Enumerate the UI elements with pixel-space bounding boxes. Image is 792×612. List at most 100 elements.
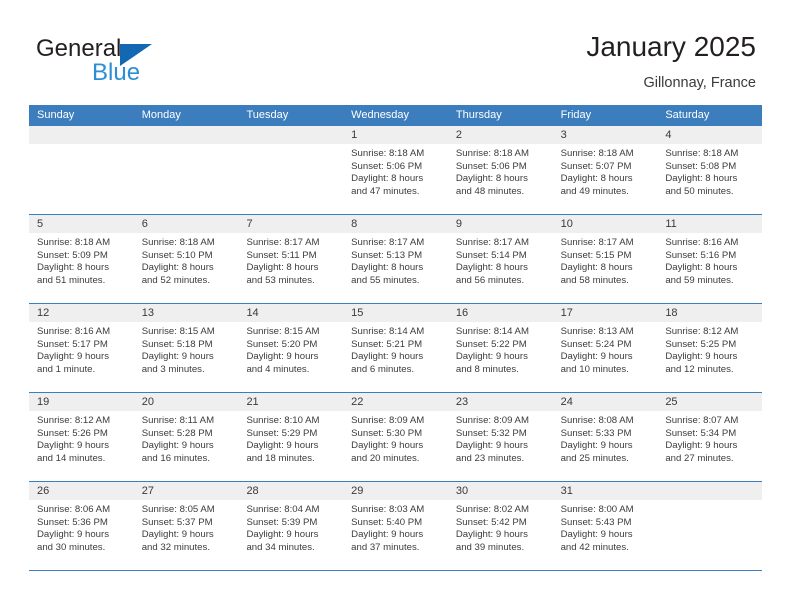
day-number: 19: [29, 393, 134, 411]
day-detail-daylight-1: Daylight: 8 hours: [665, 173, 738, 185]
day-detail-daylight-2: and 30 minutes.: [37, 541, 106, 553]
logo-text-blue: Blue: [92, 59, 141, 86]
day-cell[interactable]: 11 Sunrise: 8:16 AM Sunset: 5:16 PM Dayligh…: [657, 215, 763, 303]
day-cell[interactable]: 12 Sunrise: 8:16 AM Sunset: 5:17 PM Dayligh…: [29, 304, 134, 392]
day-detail-daylight-1: Daylight: 8 hours: [351, 173, 424, 185]
day-detail-sunset: Sunset: 5:06 PM: [455, 160, 527, 172]
day-number: 14: [238, 304, 344, 322]
day-detail-sunrise: Sunrise: 8:08 AM: [560, 415, 634, 426]
page-subtitle-location: Gillonnay, France: [643, 75, 756, 91]
day-detail-daylight-1: Daylight: 9 hours: [560, 351, 633, 363]
day-cell-empty: [657, 482, 763, 570]
day-number: 10: [552, 215, 658, 233]
day-cell[interactable]: 31 Sunrise: 8:00 AM Sunset: 5:43 PM Dayligh…: [552, 482, 658, 570]
day-details: Sunrise: 8:12 AM Sunset: 5:26 PM Daylight:…: [29, 411, 134, 465]
day-cell[interactable]: 17 Sunrise: 8:13 AM Sunset: 5:24 PM Dayligh…: [552, 304, 658, 392]
day-number: 13: [133, 304, 239, 322]
day-detail-daylight-2: and 20 minutes.: [351, 452, 420, 464]
day-details: Sunrise: 8:18 AM Sunset: 5:08 PM Daylight:…: [657, 144, 762, 198]
day-cell[interactable]: 13 Sunrise: 8:15 AM Sunset: 5:18 PM Dayligh…: [133, 304, 239, 392]
weekday-header-sunday: Sunday: [37, 109, 75, 121]
day-cell[interactable]: 20 Sunrise: 8:11 AM Sunset: 5:28 PM Dayligh…: [133, 393, 239, 481]
day-detail-daylight-2: and 42 minutes.: [560, 541, 629, 553]
day-detail-daylight-2: and 51 minutes.: [37, 274, 106, 286]
day-detail-sunset: Sunset: 5:18 PM: [141, 338, 213, 350]
day-detail-sunset: Sunset: 5:24 PM: [560, 338, 632, 350]
day-cell[interactable]: 28 Sunrise: 8:04 AM Sunset: 5:39 PM Dayligh…: [238, 482, 344, 570]
day-details: Sunrise: 8:13 AM Sunset: 5:24 PM Daylight:…: [553, 322, 658, 376]
day-detail-daylight-2: and 8 minutes.: [455, 363, 519, 375]
day-detail-daylight-2: and 16 minutes.: [141, 452, 210, 464]
day-detail-sunset: Sunset: 5:40 PM: [351, 516, 423, 528]
calendar-weeks: 1 Sunrise: 8:18 AM Sunset: 5:06 PM Daylight…: [29, 126, 763, 570]
day-detail-daylight-2: and 53 minutes.: [246, 274, 315, 286]
day-cell[interactable]: 29 Sunrise: 8:03 AM Sunset: 5:40 PM Dayligh…: [343, 482, 448, 570]
day-cell[interactable]: 7 Sunrise: 8:17 AM Sunset: 5:11 PM Daylight…: [238, 215, 344, 303]
day-detail-daylight-1: Daylight: 8 hours: [560, 173, 633, 185]
day-detail-daylight-2: and 48 minutes.: [455, 185, 525, 197]
day-number: 1: [343, 126, 448, 144]
day-number: 24: [552, 393, 658, 411]
day-cell[interactable]: 27 Sunrise: 8:05 AM Sunset: 5:37 PM Dayligh…: [133, 482, 239, 570]
day-detail-daylight-1: Daylight: 9 hours: [351, 529, 424, 541]
day-detail-sunrise: Sunrise: 8:14 AM: [351, 326, 425, 337]
day-cell[interactable]: 4 Sunrise: 8:18 AM Sunset: 5:08 PM Daylight…: [657, 126, 763, 214]
day-detail-sunset: Sunset: 5:32 PM: [455, 427, 527, 439]
page-header: General Blue January 2025 Gillonnay, Fra…: [0, 0, 792, 100]
day-details: Sunrise: 8:00 AM Sunset: 5:43 PM Daylight:…: [553, 500, 658, 554]
day-details: Sunrise: 8:18 AM Sunset: 5:09 PM Daylight:…: [29, 233, 134, 287]
day-number: 29: [343, 482, 448, 500]
day-cell[interactable]: 3 Sunrise: 8:18 AM Sunset: 5:07 PM Daylight…: [552, 126, 658, 214]
day-detail-sunset: Sunset: 5:30 PM: [351, 427, 423, 439]
day-number: 30: [447, 482, 553, 500]
day-detail-sunset: Sunset: 5:15 PM: [560, 249, 632, 261]
day-detail-daylight-2: and 56 minutes.: [455, 274, 525, 286]
day-detail-daylight-2: and 3 minutes.: [141, 363, 205, 375]
day-cell[interactable]: 30 Sunrise: 8:02 AM Sunset: 5:42 PM Dayligh…: [447, 482, 553, 570]
day-detail-sunset: Sunset: 5:10 PM: [141, 249, 213, 261]
day-cell[interactable]: 24 Sunrise: 8:08 AM Sunset: 5:33 PM Dayligh…: [552, 393, 658, 481]
day-details: [657, 500, 762, 504]
day-detail-sunrise: Sunrise: 8:09 AM: [351, 415, 425, 426]
day-detail-sunset: Sunset: 5:42 PM: [455, 516, 527, 528]
day-cell[interactable]: 15 Sunrise: 8:14 AM Sunset: 5:21 PM Dayligh…: [343, 304, 448, 392]
day-detail-daylight-2: and 23 minutes.: [455, 452, 525, 464]
day-detail-sunrise: Sunrise: 8:02 AM: [455, 504, 529, 515]
day-detail-sunrise: Sunrise: 8:14 AM: [455, 326, 529, 337]
day-details: Sunrise: 8:17 AM Sunset: 5:14 PM Daylight:…: [448, 233, 553, 287]
day-detail-daylight-1: Daylight: 9 hours: [351, 351, 424, 363]
day-cell[interactable]: 16 Sunrise: 8:14 AM Sunset: 5:22 PM Dayligh…: [447, 304, 553, 392]
day-cell[interactable]: 1 Sunrise: 8:18 AM Sunset: 5:06 PM Daylight…: [343, 126, 448, 214]
day-detail-sunset: Sunset: 5:07 PM: [560, 160, 632, 172]
day-cell[interactable]: 26 Sunrise: 8:06 AM Sunset: 5:36 PM Dayligh…: [29, 482, 134, 570]
day-detail-daylight-1: Daylight: 9 hours: [141, 440, 214, 452]
day-cell[interactable]: 2 Sunrise: 8:18 AM Sunset: 5:06 PM Daylight…: [447, 126, 553, 214]
day-detail-sunset: Sunset: 5:37 PM: [141, 516, 213, 528]
day-detail-daylight-1: Daylight: 9 hours: [141, 529, 214, 541]
day-cell[interactable]: 22 Sunrise: 8:09 AM Sunset: 5:30 PM Dayligh…: [343, 393, 448, 481]
day-details: Sunrise: 8:10 AM Sunset: 5:29 PM Daylight:…: [238, 411, 343, 465]
day-detail-daylight-1: Daylight: 9 hours: [351, 440, 424, 452]
day-cell[interactable]: 5 Sunrise: 8:18 AM Sunset: 5:09 PM Daylight…: [29, 215, 134, 303]
day-details: [134, 144, 239, 148]
day-cell[interactable]: 14 Sunrise: 8:15 AM Sunset: 5:20 PM Dayligh…: [238, 304, 344, 392]
day-detail-sunrise: Sunrise: 8:06 AM: [37, 504, 111, 515]
day-cell[interactable]: 8 Sunrise: 8:17 AM Sunset: 5:13 PM Daylight…: [343, 215, 448, 303]
day-cell[interactable]: 19 Sunrise: 8:12 AM Sunset: 5:26 PM Dayligh…: [29, 393, 134, 481]
day-detail-daylight-2: and 18 minutes.: [246, 452, 315, 464]
day-cell[interactable]: 6 Sunrise: 8:18 AM Sunset: 5:10 PM Daylight…: [133, 215, 239, 303]
day-cell[interactable]: 10 Sunrise: 8:17 AM Sunset: 5:15 PM Dayligh…: [552, 215, 658, 303]
day-number: 8: [343, 215, 448, 233]
day-cell[interactable]: 23 Sunrise: 8:09 AM Sunset: 5:32 PM Dayligh…: [447, 393, 553, 481]
day-cell[interactable]: 25 Sunrise: 8:07 AM Sunset: 5:34 PM Dayligh…: [657, 393, 763, 481]
day-cell[interactable]: 21 Sunrise: 8:10 AM Sunset: 5:29 PM Dayligh…: [238, 393, 344, 481]
day-cell[interactable]: 9 Sunrise: 8:17 AM Sunset: 5:14 PM Daylight…: [447, 215, 553, 303]
day-detail-sunrise: Sunrise: 8:18 AM: [455, 148, 529, 159]
weekday-header-tuesday: Tuesday: [246, 109, 289, 121]
day-detail-daylight-2: and 37 minutes.: [351, 541, 420, 553]
calendar-page: General Blue January 2025 Gillonnay, Fra…: [0, 0, 792, 612]
day-cell[interactable]: 18 Sunrise: 8:12 AM Sunset: 5:25 PM Dayligh…: [657, 304, 763, 392]
day-detail-daylight-1: Daylight: 9 hours: [560, 529, 633, 541]
page-title: January 2025: [586, 31, 756, 62]
calendar-bottom-rule: [29, 570, 762, 571]
